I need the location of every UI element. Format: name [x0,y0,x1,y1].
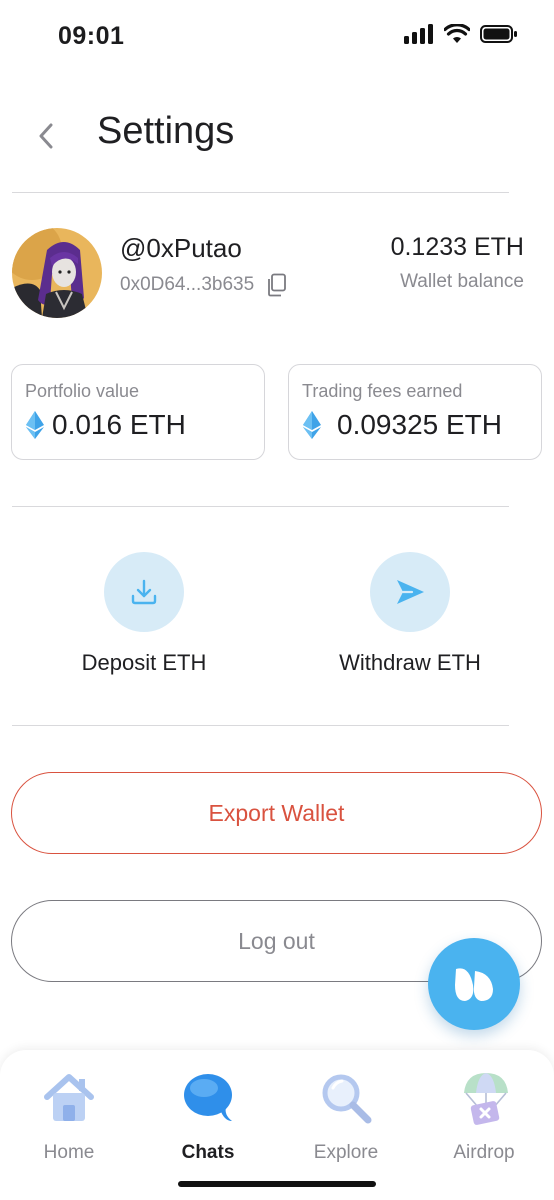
portfolio-value: 0.016 ETH [52,409,186,440]
trading-fees-card: Trading fees earned 0.09325 ETH [288,364,542,460]
status-bar: 09:01 [0,0,554,74]
tab-home[interactable]: Home [4,1068,134,1164]
divider [12,192,509,193]
trading-fees-label: Trading fees earned [302,381,463,401]
wallet-address-row: 0x0D64...3b635 [120,273,288,297]
app-logo-icon [455,968,493,1001]
tab-home-label: Home [43,1142,95,1163]
tab-airdrop[interactable]: Airdrop [419,1068,549,1164]
divider [12,506,509,507]
ethereum-icon [303,411,321,439]
magnifier-icon [316,1068,376,1128]
tab-airdrop-label: Airdrop [453,1142,515,1163]
deposit-circle [104,552,184,632]
username: @0xPutao [120,233,242,263]
bottom-tab-bar: Home Chats Explore Airdrop [0,1050,554,1200]
trading-fees-row: 0.09325 ETH [303,409,502,441]
battery-icon [480,25,517,43]
deposit-eth-button[interactable]: Deposit ETH [64,552,224,676]
withdraw-eth-button[interactable]: Withdraw ETH [330,552,490,676]
back-button[interactable] [30,118,62,154]
ethereum-icon [26,411,44,439]
signal-icon [404,24,433,44]
floating-app-button[interactable] [428,938,520,1030]
divider [12,725,509,726]
portfolio-value-label: Portfolio value [25,381,140,401]
wallet-address: 0x0D64...3b635 [120,274,255,295]
page-title: Settings [97,110,235,152]
tab-chats[interactable]: Chats [143,1068,273,1164]
tab-explore-label: Explore [313,1142,379,1163]
parachute-gift-icon [454,1068,514,1128]
avatar-image [12,228,102,318]
tab-explore[interactable]: Explore [281,1068,411,1164]
home-indicator [178,1181,376,1187]
deposit-eth-label: Deposit ETH [81,650,207,675]
send-icon [397,580,424,604]
status-time: 09:01 [58,22,125,50]
withdraw-eth-label: Withdraw ETH [339,650,481,675]
portfolio-value-card: Portfolio value 0.016 ETH [11,364,265,460]
withdraw-circle [370,552,450,632]
portfolio-value-row: 0.016 ETH [26,409,186,441]
house-icon [39,1068,99,1128]
export-wallet-button[interactable]: Export Wallet [11,772,542,854]
wallet-balance-label: Wallet balance [400,271,524,292]
header: Settings [0,100,554,170]
copy-icon[interactable] [266,273,288,297]
chat-bubble-icon [178,1068,238,1128]
status-icons [404,24,518,44]
avatar[interactable] [12,228,102,318]
tab-chats-label: Chats [181,1142,235,1163]
chevron-left-icon [39,123,53,149]
download-icon [131,579,157,605]
wallet-balance: 0.1233 ETH [390,233,524,261]
wifi-icon [444,24,470,43]
trading-fees-value: 0.09325 ETH [337,409,502,440]
